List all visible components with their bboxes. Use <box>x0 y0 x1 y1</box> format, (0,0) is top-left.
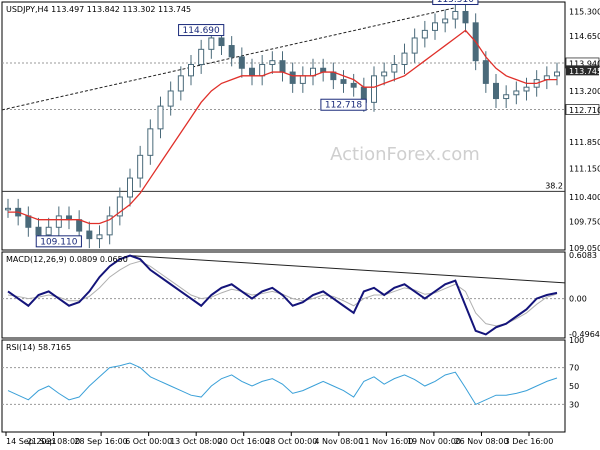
macd-panel-title: MACD(12,26,9) 0.0809 0.0650 <box>6 255 128 264</box>
rsi-panel-title: RSI(14) 58.7165 <box>6 343 71 352</box>
macd-trendline <box>129 255 566 284</box>
candle-body <box>45 226 52 236</box>
chart-canvas: ActionForex.com 114.690 115.510 112.718 109.… <box>1 0 600 446</box>
x-tick-label: 4 Nov 08:00 <box>314 437 363 446</box>
candle-body <box>96 234 103 240</box>
candle-body <box>523 86 530 92</box>
rsi-y-tick: 70 <box>569 364 579 373</box>
candle-body <box>503 94 510 100</box>
candle-body <box>157 105 164 130</box>
candle-body <box>381 71 388 77</box>
x-tick-label: 28 Sep 16:00 <box>74 437 127 446</box>
candle-body <box>452 10 459 20</box>
candle-body <box>259 63 266 77</box>
candle-body <box>299 75 306 84</box>
price-annotation-label: 109.110 <box>40 237 77 247</box>
panel-frame-2 <box>1 339 566 433</box>
current-price-label: 113.745 <box>569 67 600 76</box>
candle-body <box>421 29 428 39</box>
price-annotation-label: 115.510 <box>437 0 474 5</box>
candle-body <box>228 45 235 58</box>
rsi-line <box>7 362 558 406</box>
candle-body <box>218 37 225 47</box>
candle-body <box>127 177 133 198</box>
price-annotation-label: 112.718 <box>325 101 362 111</box>
candle-body <box>401 52 408 65</box>
price-panel-title: USDJPY,H4 113.497 113.842 113.302 113.74… <box>6 5 191 14</box>
macd-signal-line <box>7 260 558 327</box>
x-tick-label: 19 Nov 00:00 <box>407 437 461 446</box>
rsi-y-tick: 30 <box>569 400 579 409</box>
x-tick-label: 3 Dec 16:00 <box>505 437 554 446</box>
trading-chart: ActionForex.com 114.690 115.510 112.718 109.… <box>0 0 600 450</box>
price-y-tick: 111.850 <box>569 138 600 147</box>
candle-body <box>493 82 499 100</box>
rsi-y-tick: 50 <box>569 382 579 391</box>
x-tick-label: 11 Nov 16:00 <box>359 437 413 446</box>
price-y-tick: 113.200 <box>569 87 600 96</box>
price-y-tick: 111.150 <box>569 165 600 174</box>
price-y-tick: 110.400 <box>569 193 600 202</box>
price-y-tick: 114.650 <box>569 32 600 41</box>
candle-body <box>289 71 296 84</box>
x-tick-label: 21 Sep 08:00 <box>27 437 80 446</box>
candle-body <box>167 90 174 107</box>
macd-y-tick: 0.6083 <box>569 251 597 260</box>
watermark-text: ActionForex.com <box>330 144 480 165</box>
candle-body <box>391 63 398 73</box>
candle-body <box>482 60 489 84</box>
x-tick-label: 26 Nov 08:00 <box>454 437 508 446</box>
candle-body <box>442 18 449 24</box>
x-tick-label: 6 Oct 00:00 <box>125 437 172 446</box>
candle-body <box>269 60 276 65</box>
candle-body <box>137 154 144 179</box>
candle-body <box>208 37 215 50</box>
candle-body <box>147 128 154 156</box>
candle-body <box>279 60 286 73</box>
candle-body <box>198 48 205 65</box>
candle-body <box>35 226 42 236</box>
candle-body <box>350 82 357 88</box>
candle-body <box>462 10 469 24</box>
candle-body <box>371 75 377 103</box>
fib-level-label: 38.2 <box>545 181 563 190</box>
price-y-tick: 109.750 <box>569 218 600 227</box>
x-tick-label: 28 Oct 00:00 <box>265 437 317 446</box>
candle-body <box>411 37 418 54</box>
candle-body <box>238 56 245 69</box>
x-tick-label: 13 Oct 08:00 <box>170 437 222 446</box>
candle-body <box>25 215 32 228</box>
candle-body <box>86 230 93 240</box>
x-tick-label: 20 Oct 16:00 <box>218 437 270 446</box>
candle-body <box>554 71 560 77</box>
price-annotation-label: 114.690 <box>183 26 220 36</box>
price-y-tick: 115.300 <box>569 7 600 16</box>
candle-body <box>5 207 11 211</box>
candle-body <box>249 67 255 77</box>
candle-body <box>432 22 438 31</box>
trendline <box>1 7 456 111</box>
candle-body <box>513 90 520 96</box>
rsi-y-tick: 100 <box>569 336 584 345</box>
candle-body <box>340 79 347 84</box>
level-price-label: 112.710 <box>569 106 600 115</box>
panel-frame-0 <box>1 1 566 251</box>
candle-body <box>55 215 62 228</box>
candle-body <box>177 75 184 92</box>
candle-body <box>76 219 83 232</box>
macd-y-tick: 0.00 <box>569 295 587 304</box>
candle-body <box>188 63 194 77</box>
